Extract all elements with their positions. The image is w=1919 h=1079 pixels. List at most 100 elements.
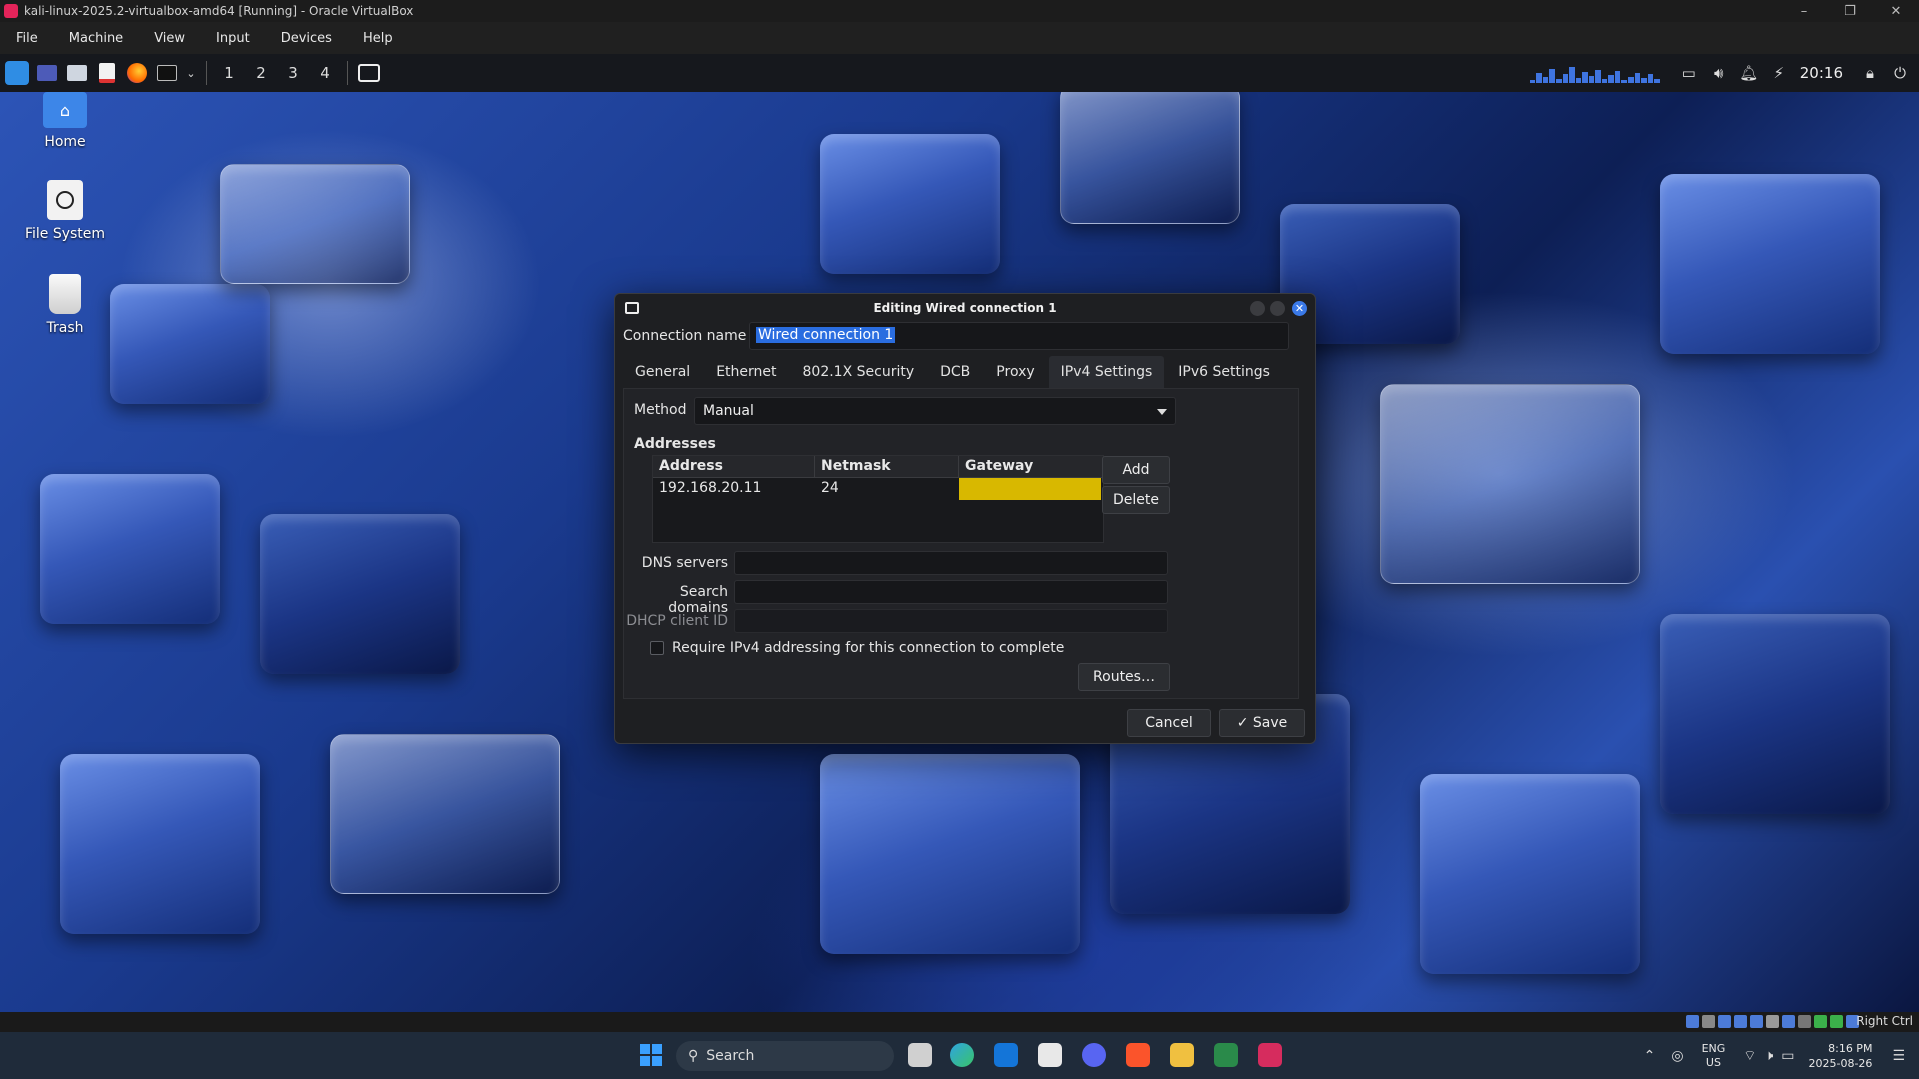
menu-devices[interactable]: Devices xyxy=(265,31,347,46)
language-indicator[interactable]: ENG US xyxy=(1702,1042,1726,1070)
keyboard-icon[interactable] xyxy=(1830,1015,1843,1028)
battery-icon[interactable]: ▭ xyxy=(1781,1048,1794,1064)
kali-menu-icon[interactable] xyxy=(4,58,30,88)
menu-view[interactable]: View xyxy=(138,31,200,46)
taskbar-clock[interactable]: 8:16 PM 2025-08-26 xyxy=(1809,1041,1873,1071)
column-address[interactable]: Address xyxy=(653,456,815,477)
cell-address[interactable]: 192.168.20.11 xyxy=(653,478,815,500)
power-icon[interactable]: ⚡︎ xyxy=(1766,58,1792,88)
addresses-table[interactable]: Address Netmask Gateway 192.168.20.11 24 xyxy=(652,455,1104,543)
virtualbox-icon[interactable] xyxy=(1258,1043,1282,1067)
optical-drive-icon[interactable] xyxy=(1702,1015,1715,1028)
tab-dcb[interactable]: DCB xyxy=(928,356,982,388)
dhcp-client-id-input[interactable] xyxy=(734,609,1168,633)
wallpaper-cube xyxy=(820,754,1080,954)
firefox-icon[interactable] xyxy=(124,58,150,88)
maximize-icon[interactable] xyxy=(1270,301,1285,316)
tab-ethernet[interactable]: Ethernet xyxy=(704,356,788,388)
usb-icon[interactable] xyxy=(1750,1015,1763,1028)
volume-icon[interactable]: 🔊︎ xyxy=(1706,58,1732,88)
menu-input[interactable]: Input xyxy=(200,31,265,46)
terminal-icon[interactable] xyxy=(154,58,180,88)
save-button[interactable]: ✓ Save xyxy=(1219,709,1305,737)
tab-general[interactable]: General xyxy=(623,356,702,388)
close-icon[interactable]: ✕ xyxy=(1292,301,1307,316)
search-domains-input[interactable] xyxy=(734,580,1168,604)
display-icon[interactable]: ▭ xyxy=(1676,58,1702,88)
recording-icon[interactable] xyxy=(1798,1015,1811,1028)
logout-icon[interactable]: ⏻ xyxy=(1887,58,1913,88)
close-icon[interactable]: ✕ xyxy=(1873,0,1919,22)
tab-ipv4-settings[interactable]: IPv4 Settings xyxy=(1048,356,1165,388)
panel-tray: ▭ 🔊︎ 🔔︎ ⚡︎ 20:16 🔒︎ ⏻ xyxy=(1529,54,1919,92)
connection-name-input[interactable]: Wired connection 1 xyxy=(749,322,1289,350)
menu-file[interactable]: File xyxy=(0,31,53,46)
file-manager-icon[interactable] xyxy=(64,58,90,88)
column-netmask[interactable]: Netmask xyxy=(815,456,959,477)
vscode-icon[interactable] xyxy=(1214,1043,1238,1067)
task-view-icon[interactable] xyxy=(908,1043,932,1067)
shared-folders-icon[interactable] xyxy=(1766,1015,1779,1028)
cpu-icon[interactable] xyxy=(1814,1015,1827,1028)
table-row[interactable]: 192.168.20.11 24 xyxy=(653,478,1103,500)
windows-start-icon[interactable] xyxy=(640,1044,662,1066)
wallpaper-glass-cube xyxy=(220,164,410,284)
edit-connection-dialog: Editing Wired connection 1 ✕ Connection … xyxy=(614,293,1316,744)
wallpaper-cube xyxy=(260,514,460,674)
notifications-icon[interactable]: 🔔︎ xyxy=(1736,58,1762,88)
network-icon[interactable] xyxy=(1734,1015,1747,1028)
require-ipv4-checkbox[interactable] xyxy=(650,641,664,655)
home-folder-icon: ⌂ xyxy=(43,92,87,128)
workspace-4[interactable]: 4 xyxy=(309,64,341,82)
chevron-up-icon[interactable]: ⌃ xyxy=(1644,1048,1656,1064)
desktop-icon-file-system[interactable]: File System xyxy=(20,180,110,242)
outlook-icon[interactable] xyxy=(994,1043,1018,1067)
lock-icon[interactable]: 🔒︎ xyxy=(1857,58,1883,88)
menu-machine[interactable]: Machine xyxy=(53,31,138,46)
desktop-icon-home[interactable]: ⌂ Home xyxy=(20,92,110,150)
text-editor-icon[interactable] xyxy=(94,58,120,88)
tab-ipv6-settings[interactable]: IPv6 Settings xyxy=(1166,356,1282,388)
trash-icon xyxy=(49,274,81,314)
active-window-button[interactable] xyxy=(356,58,382,88)
search-icon: ⚲ xyxy=(688,1048,699,1064)
menu-help[interactable]: Help xyxy=(347,31,408,46)
display-icon[interactable] xyxy=(1782,1015,1795,1028)
file-explorer-icon[interactable] xyxy=(1170,1043,1194,1067)
tab-proxy[interactable]: Proxy xyxy=(984,356,1046,388)
delete-button[interactable]: Delete xyxy=(1102,486,1170,514)
wifi-icon[interactable]: ⌔ xyxy=(1743,1047,1756,1065)
copilot-icon[interactable]: ◎ xyxy=(1671,1048,1683,1064)
column-gateway[interactable]: Gateway xyxy=(959,456,1103,477)
workspace-2[interactable]: 2 xyxy=(245,64,277,82)
add-button[interactable]: Add xyxy=(1102,456,1170,484)
cancel-button[interactable]: Cancel xyxy=(1127,709,1211,737)
workspace-3[interactable]: 3 xyxy=(277,64,309,82)
minimize-icon[interactable]: – xyxy=(1781,0,1827,22)
cell-gateway[interactable] xyxy=(959,478,1101,500)
audio-icon[interactable] xyxy=(1718,1015,1731,1028)
brave-icon[interactable] xyxy=(1126,1043,1150,1067)
notification-icon[interactable]: ☰ xyxy=(1892,1048,1905,1064)
hard-disk-icon[interactable] xyxy=(1686,1015,1699,1028)
minimize-icon[interactable] xyxy=(1250,301,1265,316)
tab-8021x-security[interactable]: 802.1X Security xyxy=(791,356,927,388)
cell-netmask[interactable]: 24 xyxy=(815,478,959,500)
wallpaper-cube xyxy=(1660,614,1890,814)
method-select[interactable]: Manual xyxy=(694,397,1176,425)
restore-icon[interactable]: ❐ xyxy=(1827,0,1873,22)
edge-icon[interactable] xyxy=(950,1043,974,1067)
desktop-icon-trash[interactable]: Trash xyxy=(20,274,110,336)
workspace-1[interactable]: 1 xyxy=(213,64,245,82)
dns-servers-input[interactable] xyxy=(734,551,1168,575)
chevron-down-icon[interactable]: ⌄ xyxy=(184,58,198,88)
routes-button[interactable]: Routes… xyxy=(1078,663,1170,691)
volume-icon[interactable]: 🕨︎ xyxy=(1764,1048,1773,1064)
taskbar-search[interactable]: ⚲ Search xyxy=(676,1041,894,1071)
addresses-heading: Addresses xyxy=(634,436,716,452)
discord-icon[interactable] xyxy=(1082,1043,1106,1067)
panel-clock[interactable]: 20:16 xyxy=(1800,64,1843,82)
wallpaper-glass-cube xyxy=(1060,84,1240,224)
store-icon[interactable] xyxy=(1038,1043,1062,1067)
show-desktop-icon[interactable] xyxy=(34,58,60,88)
